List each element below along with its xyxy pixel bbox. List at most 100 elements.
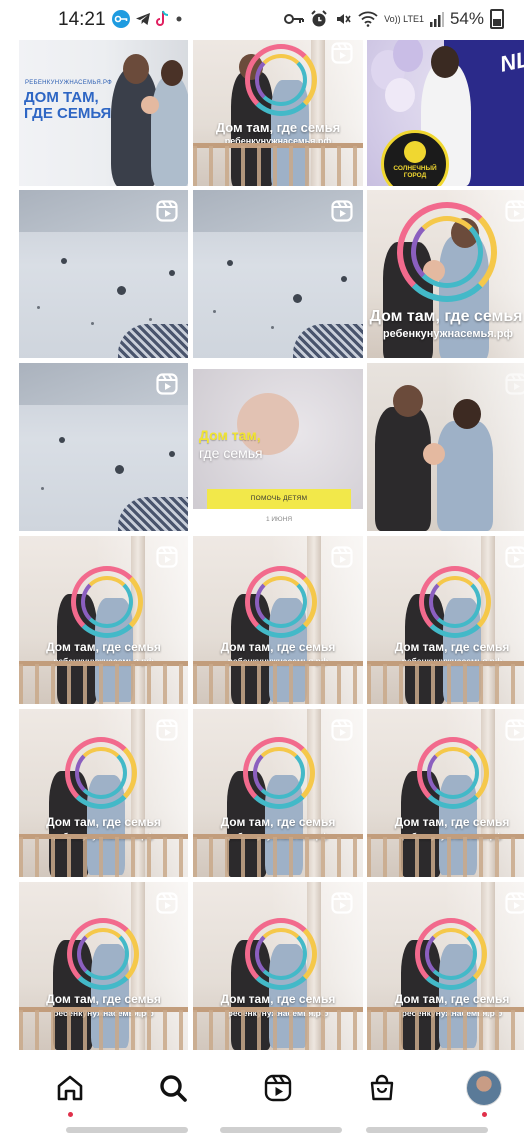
- grid-reel-family[interactable]: Дом там, где семья ребенкунужнасемья.рф: [19, 536, 188, 704]
- event-date: 1 ИЮНЯ: [265, 516, 293, 523]
- logo-ring-inner: [77, 928, 129, 980]
- wall-dot: [169, 270, 175, 276]
- reels-icon: [156, 373, 178, 395]
- alarm-icon: [311, 10, 327, 27]
- mute-icon: [337, 14, 351, 24]
- grid-reel-wall[interactable]: [19, 363, 188, 531]
- signal-icon: [429, 12, 444, 27]
- nav-reels[interactable]: [258, 1068, 298, 1108]
- wall-dot: [341, 276, 347, 282]
- logo-ring-inner: [253, 747, 305, 799]
- home-icon: [57, 1075, 83, 1101]
- status-time: 14:21: [58, 9, 106, 30]
- reel-caption-title: Дом там, где семья: [46, 992, 161, 1006]
- logo-ring-inner: [255, 576, 307, 628]
- bottom-navigation: [0, 1056, 524, 1137]
- baby-face: [141, 96, 159, 114]
- tiktok-icon: [156, 10, 169, 26]
- grid-reel-family[interactable]: Дом там, где семья ребенкунужнасемья.рф: [19, 709, 188, 877]
- reels-icon: [264, 1074, 292, 1102]
- gesture-pill: [66, 1127, 188, 1133]
- grid-post-event[interactable]: NL СОЛНЕЧНЫЙ ГОРОД: [367, 40, 524, 186]
- status-right-icons: Vo)) LTE1 54%: [284, 9, 504, 29]
- fabric: [118, 324, 188, 358]
- crib: [367, 1010, 524, 1050]
- crib: [19, 664, 188, 704]
- wifi-icon: [358, 11, 378, 27]
- grid-reel-family[interactable]: Дом там, где семья ребенкунужнасемья.рф: [193, 882, 363, 1050]
- grid-reel-wall[interactable]: [193, 190, 363, 358]
- wall-dot: [117, 286, 126, 295]
- woman-head: [431, 46, 459, 78]
- nav-profile[interactable]: [464, 1068, 504, 1108]
- logo-ring-inner: [427, 747, 479, 799]
- logo-ring-inner: [411, 216, 483, 288]
- crib: [193, 664, 363, 704]
- status-left-icons: [112, 10, 183, 28]
- grid-post-family-photo[interactable]: [367, 363, 524, 531]
- home-notification-dot: [68, 1112, 73, 1117]
- father-head: [393, 385, 423, 417]
- wall-dot: [149, 318, 152, 321]
- grid-reel-family[interactable]: Дом там, где семья ребенкунужнасемья.рф: [367, 882, 524, 1050]
- nav-home[interactable]: [50, 1068, 90, 1108]
- father-figure: [375, 407, 431, 531]
- grid-reel-family[interactable]: Дом там, где семья ребенкунужнасемья.рф: [367, 536, 524, 704]
- reels-icon: [331, 719, 353, 741]
- nav-shop[interactable]: [362, 1068, 402, 1108]
- telegram-icon: [136, 13, 150, 25]
- battery-percent: 54%: [449, 9, 484, 28]
- reels-icon: [505, 546, 524, 568]
- crib: [193, 1010, 363, 1050]
- promo-site-text: РЕБЕНКУНУЖНАСЕМЬЯ.РФ: [25, 80, 113, 86]
- baby-face: [423, 443, 445, 465]
- grid-post-promo[interactable]: РЕБЕНКУНУЖНАСЕМЬЯ.РФ ДОМ ТАМ, ГДЕ СЕМЬЯ: [19, 40, 188, 186]
- crib: [367, 837, 524, 877]
- reels-icon: [505, 892, 524, 914]
- status-bar: 14:21 Vo)) LTE1 54%: [0, 0, 524, 40]
- balloon: [385, 78, 415, 112]
- promo-title: ДОМ ТАМ, ГДЕ СЕМЬЯ: [24, 89, 112, 122]
- father-head: [123, 54, 149, 84]
- reels-icon: [331, 892, 353, 914]
- crib: [19, 1010, 188, 1050]
- search-icon: [160, 1075, 187, 1102]
- reel-caption-title: Дом там, где семья: [46, 815, 161, 829]
- wall-dot: [271, 326, 274, 329]
- crib: [367, 664, 524, 704]
- explore-grid: РЕБЕНКУНУЖНАСЕМЬЯ.РФ ДОМ ТАМ, ГДЕ СЕМЬЯ …: [19, 40, 524, 1052]
- gesture-pill: [220, 1127, 342, 1133]
- wall-dot: [169, 451, 175, 457]
- reel-caption-site: ребенкунужнасемья.рф: [382, 328, 514, 340]
- baby-title-yellow: Дом там,: [199, 427, 261, 443]
- grid-reel-family[interactable]: Дом там, где семья ребенкунужнасемья.рф: [19, 882, 188, 1050]
- wall-dot: [91, 322, 94, 325]
- grid-reel-family[interactable]: Дом там, где семья ребенкунужнасемья.рф: [367, 190, 524, 358]
- logo-ring-inner: [255, 54, 307, 106]
- battery-icon: [490, 9, 504, 29]
- key-icon: [112, 10, 130, 28]
- crib: [193, 837, 363, 877]
- reel-caption-title: Дом там, где семья: [394, 815, 510, 829]
- shop-icon: [370, 1074, 394, 1101]
- wall-dot: [41, 487, 44, 490]
- grid-reel-family[interactable]: Дом там, где семья ребенкунужнасемья.рф: [193, 536, 363, 704]
- grid-reel-wall[interactable]: [19, 190, 188, 358]
- crib: [19, 837, 188, 877]
- grid-reel-family[interactable]: Дом там, где семья ребенкунужнасемья.рф: [193, 40, 363, 186]
- reel-caption-title: Дом там, где семья: [369, 308, 523, 325]
- logo-ring-inner: [425, 928, 477, 980]
- reels-icon: [331, 42, 353, 64]
- vpn-key-icon: [284, 14, 305, 24]
- wall-dot: [227, 260, 233, 266]
- grid-post-baby[interactable]: Дом там, где семья ПОМОЧЬ ДЕТЯМ 1 ИЮНЯ: [193, 363, 363, 531]
- sun-icon: [404, 141, 426, 163]
- balloon: [393, 40, 423, 72]
- reels-icon: [156, 200, 178, 222]
- mother-head: [453, 399, 481, 429]
- grid-reel-family[interactable]: Дом там, где семья ребенкунужнасемья.рф: [193, 709, 363, 877]
- wall-dot: [59, 437, 65, 443]
- nav-search[interactable]: [153, 1068, 193, 1108]
- grid-reel-family[interactable]: Дом там, где семья ребенкунужнасемья.рф: [367, 709, 524, 877]
- gesture-pill: [366, 1127, 488, 1133]
